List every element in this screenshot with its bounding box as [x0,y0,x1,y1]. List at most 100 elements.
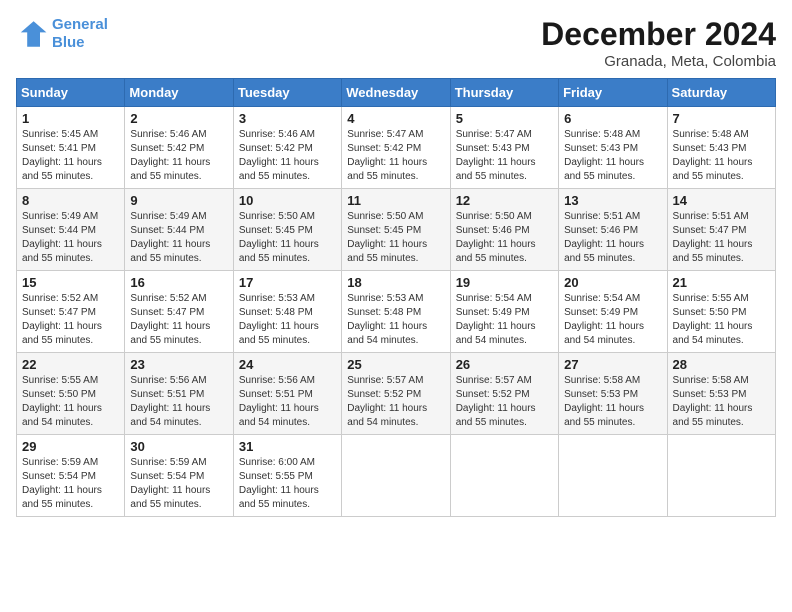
day-info: Sunrise: 5:57 AM Sunset: 5:52 PM Dayligh… [347,374,444,430]
day-number: 26 [456,357,553,372]
calendar-cell: 10 Sunrise: 5:50 AM Sunset: 5:45 PM Dayl… [233,189,341,271]
calendar-cell: 22 Sunrise: 5:55 AM Sunset: 5:50 PM Dayl… [17,353,125,435]
calendar-cell [342,435,450,517]
day-info: Sunrise: 5:50 AM Sunset: 5:45 PM Dayligh… [347,210,444,266]
day-info: Sunrise: 5:58 AM Sunset: 5:53 PM Dayligh… [564,374,661,430]
calendar-cell: 17 Sunrise: 5:53 AM Sunset: 5:48 PM Dayl… [233,271,341,353]
day-number: 21 [673,275,770,290]
day-info: Sunrise: 5:57 AM Sunset: 5:52 PM Dayligh… [456,374,553,430]
main-title: December 2024 [541,16,776,53]
col-saturday: Saturday [667,79,775,107]
day-number: 17 [239,275,336,290]
day-number: 5 [456,111,553,126]
day-number: 7 [673,111,770,126]
day-number: 11 [347,193,444,208]
calendar-week-3: 15 Sunrise: 5:52 AM Sunset: 5:47 PM Dayl… [17,271,776,353]
day-number: 23 [130,357,227,372]
day-info: Sunrise: 5:52 AM Sunset: 5:47 PM Dayligh… [130,292,227,348]
day-number: 22 [22,357,119,372]
day-info: Sunrise: 5:56 AM Sunset: 5:51 PM Dayligh… [239,374,336,430]
calendar-cell: 28 Sunrise: 5:58 AM Sunset: 5:53 PM Dayl… [667,353,775,435]
calendar-week-4: 22 Sunrise: 5:55 AM Sunset: 5:50 PM Dayl… [17,353,776,435]
day-number: 14 [673,193,770,208]
calendar-week-2: 8 Sunrise: 5:49 AM Sunset: 5:44 PM Dayli… [17,189,776,271]
day-number: 30 [130,439,227,454]
day-number: 4 [347,111,444,126]
day-number: 28 [673,357,770,372]
day-number: 8 [22,193,119,208]
col-sunday: Sunday [17,79,125,107]
day-number: 24 [239,357,336,372]
day-info: Sunrise: 5:50 AM Sunset: 5:45 PM Dayligh… [239,210,336,266]
day-info: Sunrise: 5:54 AM Sunset: 5:49 PM Dayligh… [456,292,553,348]
day-info: Sunrise: 5:53 AM Sunset: 5:48 PM Dayligh… [347,292,444,348]
day-number: 3 [239,111,336,126]
col-friday: Friday [559,79,667,107]
title-section: December 2024 Granada, Meta, Colombia [541,16,776,70]
calendar-cell: 24 Sunrise: 5:56 AM Sunset: 5:51 PM Dayl… [233,353,341,435]
day-number: 13 [564,193,661,208]
calendar-cell [450,435,558,517]
calendar-cell: 25 Sunrise: 5:57 AM Sunset: 5:52 PM Dayl… [342,353,450,435]
calendar-cell: 1 Sunrise: 5:45 AM Sunset: 5:41 PM Dayli… [17,107,125,189]
col-wednesday: Wednesday [342,79,450,107]
day-info: Sunrise: 5:54 AM Sunset: 5:49 PM Dayligh… [564,292,661,348]
calendar-cell: 7 Sunrise: 5:48 AM Sunset: 5:43 PM Dayli… [667,107,775,189]
calendar-cell: 12 Sunrise: 5:50 AM Sunset: 5:46 PM Dayl… [450,189,558,271]
page-header: General Blue December 2024 Granada, Meta… [16,16,776,70]
calendar-cell: 18 Sunrise: 5:53 AM Sunset: 5:48 PM Dayl… [342,271,450,353]
calendar-cell: 27 Sunrise: 5:58 AM Sunset: 5:53 PM Dayl… [559,353,667,435]
day-info: Sunrise: 5:46 AM Sunset: 5:42 PM Dayligh… [239,128,336,184]
day-number: 15 [22,275,119,290]
calendar-cell: 14 Sunrise: 5:51 AM Sunset: 5:47 PM Dayl… [667,189,775,271]
day-number: 20 [564,275,661,290]
day-info: Sunrise: 5:47 AM Sunset: 5:42 PM Dayligh… [347,128,444,184]
calendar-cell: 6 Sunrise: 5:48 AM Sunset: 5:43 PM Dayli… [559,107,667,189]
calendar-cell: 30 Sunrise: 5:59 AM Sunset: 5:54 PM Dayl… [125,435,233,517]
col-tuesday: Tuesday [233,79,341,107]
day-number: 29 [22,439,119,454]
calendar-cell: 3 Sunrise: 5:46 AM Sunset: 5:42 PM Dayli… [233,107,341,189]
logo-text: General Blue [52,16,108,52]
subtitle: Granada, Meta, Colombia [541,53,776,70]
day-info: Sunrise: 5:49 AM Sunset: 5:44 PM Dayligh… [22,210,119,266]
calendar-cell: 23 Sunrise: 5:56 AM Sunset: 5:51 PM Dayl… [125,353,233,435]
logo-line1: General [52,16,108,33]
calendar-cell: 4 Sunrise: 5:47 AM Sunset: 5:42 PM Dayli… [342,107,450,189]
calendar-week-5: 29 Sunrise: 5:59 AM Sunset: 5:54 PM Dayl… [17,435,776,517]
day-number: 12 [456,193,553,208]
calendar-cell: 2 Sunrise: 5:46 AM Sunset: 5:42 PM Dayli… [125,107,233,189]
day-number: 25 [347,357,444,372]
day-info: Sunrise: 5:58 AM Sunset: 5:53 PM Dayligh… [673,374,770,430]
logo: General Blue [16,16,108,52]
day-number: 27 [564,357,661,372]
calendar-cell: 16 Sunrise: 5:52 AM Sunset: 5:47 PM Dayl… [125,271,233,353]
calendar-cell: 11 Sunrise: 5:50 AM Sunset: 5:45 PM Dayl… [342,189,450,271]
calendar-cell: 21 Sunrise: 5:55 AM Sunset: 5:50 PM Dayl… [667,271,775,353]
day-info: Sunrise: 5:56 AM Sunset: 5:51 PM Dayligh… [130,374,227,430]
calendar-cell [559,435,667,517]
calendar-cell: 8 Sunrise: 5:49 AM Sunset: 5:44 PM Dayli… [17,189,125,271]
day-info: Sunrise: 5:45 AM Sunset: 5:41 PM Dayligh… [22,128,119,184]
calendar-cell: 15 Sunrise: 5:52 AM Sunset: 5:47 PM Dayl… [17,271,125,353]
logo-line2: Blue [52,34,85,51]
day-info: Sunrise: 5:51 AM Sunset: 5:47 PM Dayligh… [673,210,770,266]
day-number: 19 [456,275,553,290]
day-info: Sunrise: 5:48 AM Sunset: 5:43 PM Dayligh… [673,128,770,184]
day-info: Sunrise: 5:55 AM Sunset: 5:50 PM Dayligh… [673,292,770,348]
calendar-cell [667,435,775,517]
calendar-cell: 20 Sunrise: 5:54 AM Sunset: 5:49 PM Dayl… [559,271,667,353]
calendar-cell: 9 Sunrise: 5:49 AM Sunset: 5:44 PM Dayli… [125,189,233,271]
day-number: 1 [22,111,119,126]
day-number: 18 [347,275,444,290]
calendar-cell: 5 Sunrise: 5:47 AM Sunset: 5:43 PM Dayli… [450,107,558,189]
day-info: Sunrise: 5:47 AM Sunset: 5:43 PM Dayligh… [456,128,553,184]
day-info: Sunrise: 5:52 AM Sunset: 5:47 PM Dayligh… [22,292,119,348]
day-number: 6 [564,111,661,126]
calendar-cell: 31 Sunrise: 6:00 AM Sunset: 5:55 PM Dayl… [233,435,341,517]
day-info: Sunrise: 5:59 AM Sunset: 5:54 PM Dayligh… [130,456,227,512]
day-info: Sunrise: 5:48 AM Sunset: 5:43 PM Dayligh… [564,128,661,184]
day-info: Sunrise: 5:59 AM Sunset: 5:54 PM Dayligh… [22,456,119,512]
day-info: Sunrise: 5:53 AM Sunset: 5:48 PM Dayligh… [239,292,336,348]
day-info: Sunrise: 5:51 AM Sunset: 5:46 PM Dayligh… [564,210,661,266]
